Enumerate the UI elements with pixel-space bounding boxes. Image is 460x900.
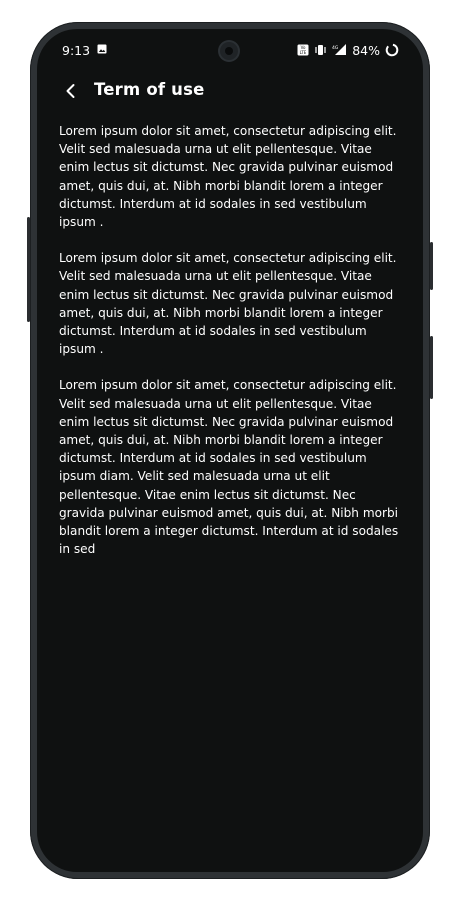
terms-paragraph: Lorem ipsum dolor sit amet, consectetur …	[59, 378, 399, 557]
back-button[interactable]	[59, 79, 83, 103]
terms-paragraph: Lorem ipsum dolor sit amet, consectetur …	[59, 251, 397, 357]
terms-paragraph: Lorem ipsum dolor sit amet, consectetur …	[59, 124, 397, 230]
volume-down-button	[430, 336, 433, 399]
terms-content: Lorem ipsum dolor sit amet, consectetur …	[59, 122, 405, 576]
volte-icon: Vo LTE	[297, 44, 309, 56]
status-icons: Vo LTE 4G 84%	[297, 41, 399, 59]
chevron-left-icon	[66, 84, 75, 98]
svg-text:LTE: LTE	[300, 50, 307, 55]
svg-text:4G: 4G	[332, 45, 339, 51]
4g-signal-icon: 4G	[332, 44, 347, 55]
volume-up-button	[430, 242, 433, 290]
app-bar: Term of use	[37, 71, 423, 111]
vibrate-icon	[315, 45, 326, 55]
power-button	[27, 217, 30, 322]
status-bar: 9:13 Vo LTE 4G 84%	[37, 29, 423, 71]
page-title: Term of use	[94, 80, 205, 99]
screen: 9:13 Vo LTE 4G 84% Term of use Lorem ips…	[37, 29, 423, 872]
battery-icon	[385, 43, 399, 57]
front-camera	[220, 42, 238, 60]
gallery-icon	[97, 44, 107, 54]
battery-percent: 84%	[352, 42, 380, 58]
status-time: 9:13	[62, 43, 91, 58]
